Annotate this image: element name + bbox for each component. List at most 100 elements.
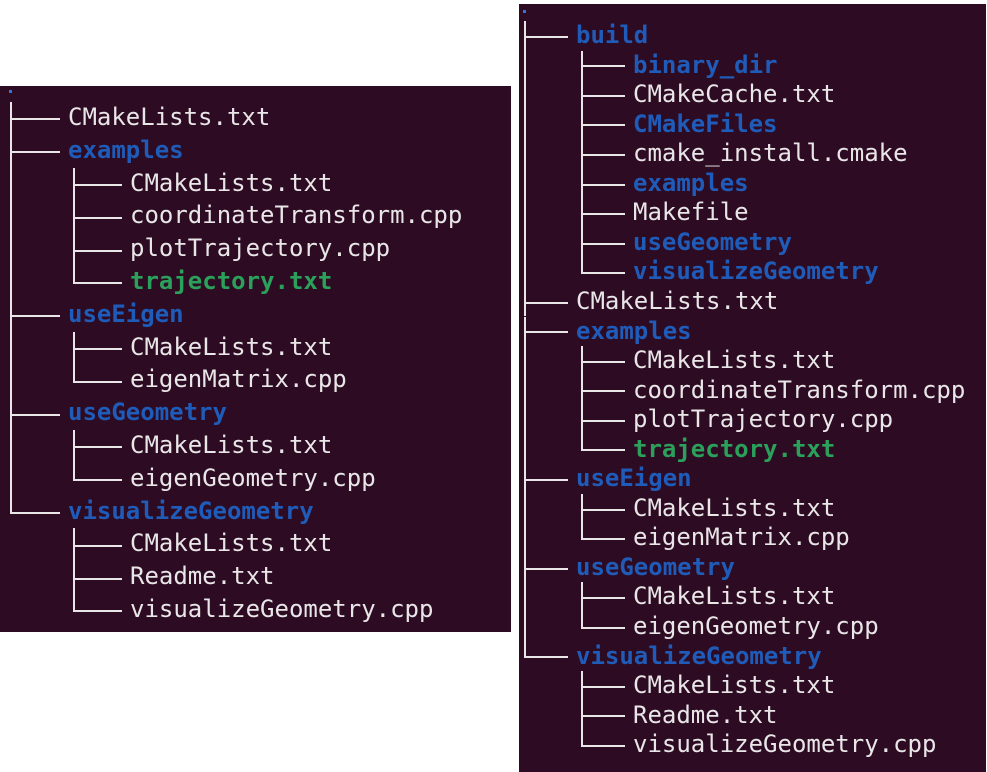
tree-entry[interactable]: CMakeFiles bbox=[519, 109, 986, 140]
file-name[interactable]: eigenMatrix.cpp bbox=[633, 523, 850, 553]
directory-name[interactable]: useGeometry bbox=[576, 553, 735, 583]
tree-entry[interactable]: useGeometry bbox=[519, 552, 986, 583]
tree-entry[interactable]: useEigen bbox=[519, 464, 986, 494]
tree-entry[interactable]: trajectory.txt bbox=[0, 266, 511, 299]
tree-branch-line bbox=[73, 266, 75, 284]
directory-name[interactable]: visualizeGeometry bbox=[633, 257, 879, 287]
tree-entry[interactable]: CMakeLists.txt bbox=[0, 331, 511, 365]
file-name[interactable]: CMakeLists.txt bbox=[130, 528, 332, 558]
tree-entry[interactable]: build bbox=[519, 21, 986, 51]
tree-guide-line bbox=[524, 227, 526, 258]
file-name[interactable]: Readme.txt bbox=[130, 561, 275, 591]
file-name[interactable]: plotTrajectory.cpp bbox=[633, 405, 893, 435]
tree-entry[interactable]: eigenMatrix.cpp bbox=[519, 523, 986, 553]
file-name[interactable]: CMakeCache.txt bbox=[633, 80, 835, 110]
tree-entry[interactable]: CMakeLists.txt bbox=[519, 671, 986, 701]
file-name[interactable]: plotTrajectory.cpp bbox=[130, 233, 390, 263]
tree-entry[interactable]: trajectory.txt bbox=[519, 434, 986, 465]
tree-entry[interactable]: CMakeLists.txt bbox=[0, 528, 511, 562]
file-name[interactable]: visualizeGeometry.cpp bbox=[130, 594, 433, 624]
tree-entry[interactable]: binary_dir bbox=[519, 50, 986, 81]
directory-name[interactable]: visualizeGeometry bbox=[576, 642, 822, 672]
file-name[interactable]: CMakeLists.txt bbox=[68, 102, 270, 132]
terminal-panel-right: build binary_dir CMakeCache.txt CMakeFiles c… bbox=[519, 4, 986, 772]
directory-name[interactable]: useGeometry bbox=[68, 397, 227, 427]
tree-entry[interactable]: CMakeLists.txt bbox=[519, 346, 986, 376]
tree-branch-line bbox=[524, 656, 568, 659]
directory-name[interactable]: binary_dir bbox=[633, 51, 778, 81]
tree-branch-line bbox=[10, 151, 60, 154]
file-name[interactable]: CMakeLists.txt bbox=[576, 287, 778, 317]
tree-branch-line bbox=[581, 94, 625, 97]
tree-entry[interactable]: CMakeLists.txt bbox=[0, 430, 511, 463]
tree-entry[interactable]: CMakeLists.txt bbox=[519, 582, 986, 612]
file-name[interactable]: Readme.txt bbox=[633, 701, 778, 731]
tree-entry[interactable]: examples bbox=[0, 134, 511, 168]
file-name[interactable]: eigenMatrix.cpp bbox=[130, 364, 347, 394]
tree-branch-line bbox=[581, 390, 625, 393]
directory-name[interactable]: useEigen bbox=[68, 299, 184, 329]
tree-guide-line bbox=[524, 493, 526, 524]
tree-entry[interactable]: eigenGeometry.cpp bbox=[0, 462, 511, 496]
file-name[interactable]: Makefile bbox=[633, 198, 749, 228]
tree-branch-line bbox=[73, 594, 75, 612]
tree-entry[interactable]: examples bbox=[519, 316, 986, 347]
tree-entry[interactable]: visualizeGeometry bbox=[0, 495, 511, 526]
tree-guide-line bbox=[10, 266, 12, 299]
tree-entry[interactable]: CMakeLists.txt bbox=[0, 102, 511, 135]
file-name[interactable]: CMakeLists.txt bbox=[130, 168, 332, 198]
tree-entry[interactable]: useGeometry bbox=[0, 397, 511, 430]
tree-entry[interactable]: plotTrajectory.cpp bbox=[519, 405, 986, 435]
tree-branch-line bbox=[10, 413, 60, 416]
directory-name[interactable]: examples bbox=[633, 169, 749, 199]
file-name[interactable]: CMakeLists.txt bbox=[130, 332, 332, 362]
tree-entry[interactable]: eigenGeometry.cpp bbox=[519, 612, 986, 642]
tree-entry[interactable]: Readme.txt bbox=[519, 700, 986, 731]
tree-entry[interactable]: useEigen bbox=[0, 298, 511, 332]
tree-entry[interactable]: CMakeLists.txt bbox=[519, 493, 986, 524]
file-name[interactable]: CMakeLists.txt bbox=[130, 430, 332, 460]
directory-name[interactable]: useGeometry bbox=[633, 228, 792, 258]
tree-entry[interactable]: visualizeGeometry.cpp bbox=[0, 594, 511, 624]
file-name[interactable]: coordinateTransform.cpp bbox=[130, 200, 462, 230]
file-name[interactable]: CMakeLists.txt bbox=[633, 346, 835, 376]
file-name[interactable]: trajectory.txt bbox=[130, 266, 332, 296]
tree-entry[interactable]: Makefile bbox=[519, 198, 986, 228]
tree-branch-line bbox=[581, 434, 583, 451]
tree-branch-line bbox=[581, 272, 625, 275]
tree-entry[interactable]: plotTrajectory.cpp bbox=[0, 233, 511, 266]
file-name[interactable]: CMakeLists.txt bbox=[633, 582, 835, 612]
tree-entry[interactable]: useGeometry bbox=[519, 227, 986, 258]
tree-guide-line bbox=[524, 257, 526, 287]
tree-entry[interactable]: examples bbox=[519, 168, 986, 199]
tree-branch-line bbox=[524, 641, 526, 658]
tree-branch-line bbox=[581, 124, 625, 127]
tree-entry[interactable]: visualizeGeometry.cpp bbox=[519, 730, 986, 760]
file-name[interactable]: CMakeLists.txt bbox=[633, 671, 835, 701]
tree-branch-line bbox=[73, 610, 122, 613]
tree-entry[interactable]: Readme.txt bbox=[0, 561, 511, 594]
tree-entry[interactable]: visualizeGeometry bbox=[519, 641, 986, 672]
file-name[interactable]: CMakeLists.txt bbox=[633, 494, 835, 524]
tree-entry[interactable]: CMakeLists.txt bbox=[519, 286, 986, 317]
tree-entry[interactable]: cmake_install.cmake bbox=[519, 139, 986, 169]
directory-name[interactable]: visualizeGeometry bbox=[68, 496, 314, 526]
file-name[interactable]: coordinateTransform.cpp bbox=[633, 376, 965, 406]
tree-entry[interactable]: CMakeCache.txt bbox=[519, 80, 986, 110]
directory-name[interactable]: build bbox=[576, 21, 648, 51]
tree-entry[interactable]: coordinateTransform.cpp bbox=[0, 200, 511, 234]
file-name[interactable]: eigenGeometry.cpp bbox=[633, 612, 879, 642]
directory-name[interactable]: examples bbox=[576, 317, 692, 347]
file-name[interactable]: eigenGeometry.cpp bbox=[130, 463, 376, 493]
tree-entry[interactable]: visualizeGeometry bbox=[519, 257, 986, 287]
tree-branch-line bbox=[524, 479, 568, 482]
file-name[interactable]: trajectory.txt bbox=[633, 435, 835, 465]
directory-name[interactable]: examples bbox=[68, 135, 184, 165]
tree-entry[interactable]: eigenMatrix.cpp bbox=[0, 364, 511, 398]
tree-entry[interactable]: coordinateTransform.cpp bbox=[519, 375, 986, 406]
directory-name[interactable]: useEigen bbox=[576, 464, 692, 494]
directory-name[interactable]: CMakeFiles bbox=[633, 110, 778, 140]
file-name[interactable]: visualizeGeometry.cpp bbox=[633, 730, 936, 760]
tree-entry[interactable]: CMakeLists.txt bbox=[0, 167, 511, 201]
file-name[interactable]: cmake_install.cmake bbox=[633, 139, 908, 169]
